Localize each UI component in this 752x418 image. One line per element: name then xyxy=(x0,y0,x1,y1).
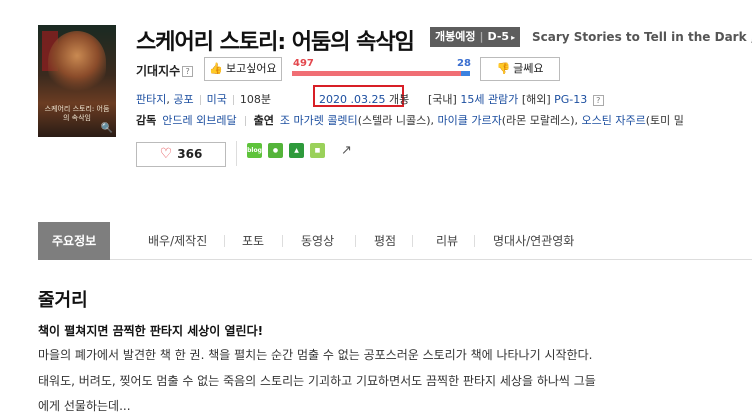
divider xyxy=(474,235,475,247)
synopsis-headline: 책이 펼쳐지면 끔찍한 판타지 세상이 열린다! xyxy=(38,324,264,338)
divider xyxy=(236,141,237,166)
tab-main-info[interactable]: 주요정보 xyxy=(38,222,111,260)
expect-gauge xyxy=(292,71,470,76)
movie-info-row: 판타지, 공포 미국 108분 xyxy=(136,93,271,106)
director-link[interactable]: 안드레 외브레달 xyxy=(162,114,236,127)
blog-icon[interactable]: blog xyxy=(247,143,262,158)
tab-rating[interactable]: 평점 xyxy=(374,222,396,260)
synopsis-line-1: 마을의 폐가에서 발견한 책 한 권. 책을 펼치는 순간 멈출 수 없는 공포… xyxy=(38,348,593,362)
cast-link-1[interactable]: 조 마가렛 콜렛티 xyxy=(280,114,358,127)
divider xyxy=(232,95,234,105)
tab-photo[interactable]: 포토 xyxy=(242,222,264,260)
tab-review[interactable]: 리뷰 xyxy=(436,222,458,260)
divider xyxy=(244,116,246,126)
bookmark-icon[interactable]: ▲ xyxy=(289,143,304,158)
credits-row: 감독 안드레 외브레달 출연 조 마가렛 콜렛티(스텔라 니콜스), 마이클 가르자(… xyxy=(136,114,684,127)
movie-title: 스케어리 스토리: 어둠의 속삭임 xyxy=(136,30,415,55)
synopsis-line-3: 에게 선물하는데... xyxy=(38,399,131,413)
movie-poster[interactable]: 스케어리 스토리: 어둠의 속삭임 🔍 xyxy=(38,25,116,137)
poster-figure xyxy=(48,31,106,93)
tab-video[interactable]: 동영상 xyxy=(301,222,334,260)
cast-link-2[interactable]: 마이클 가르자 xyxy=(437,114,501,127)
help-icon[interactable]: ? xyxy=(592,94,604,106)
want-to-see-button[interactable]: 👍 보고싶어요 xyxy=(204,57,282,81)
like-count: 497 xyxy=(293,58,314,69)
heart-count: 366 xyxy=(177,147,203,161)
badge-divider: | xyxy=(479,30,484,43)
heart-icon: ♡ xyxy=(159,146,173,162)
help-icon[interactable]: ? xyxy=(182,66,194,77)
expect-gauge-fill xyxy=(292,71,461,76)
release-date-value[interactable]: 2020 .03.25 xyxy=(319,93,385,106)
synopsis-line-2: 태워도, 버려도, 찢어도 멈출 수 없는 죽음의 스토리는 기괴하고 기묘하면… xyxy=(38,374,596,388)
release-date[interactable]: 2020 .03.25 개봉 xyxy=(319,91,409,107)
not-sure-button[interactable]: 👎 글쎄요 xyxy=(480,57,560,81)
want-to-see-label: 보고싶어요 xyxy=(226,62,277,75)
magnifier-icon[interactable]: 🔍 xyxy=(101,123,113,134)
tab-quotes-related[interactable]: 명대사/연관영화 xyxy=(493,222,574,260)
genre-link-fantasy[interactable]: 판타지 xyxy=(136,93,166,106)
badge-status: 개봉예정 xyxy=(435,30,476,43)
runtime: 108분 xyxy=(239,93,271,106)
foreign-rating-link[interactable]: PG-13 xyxy=(554,93,587,106)
country-link[interactable]: 미국 xyxy=(207,93,227,106)
cast-label: 출연 xyxy=(253,114,274,127)
release-suffix: 개봉 xyxy=(388,93,410,106)
cafe-icon[interactable]: ● xyxy=(268,143,283,158)
thumbs-down-icon: 👎 xyxy=(496,62,511,75)
divider xyxy=(412,235,413,247)
like-heart-button[interactable]: ♡ 366 xyxy=(136,142,226,167)
share-icon[interactable]: ↗ xyxy=(341,143,357,159)
tab-cast-crew[interactable]: 배우/제작진 xyxy=(148,222,207,260)
not-sure-label: 글쎄요 xyxy=(513,62,544,75)
director-label: 감독 xyxy=(136,114,157,127)
genre-link-horror[interactable]: 공포 xyxy=(173,93,193,106)
thumbs-up-icon: 👍 xyxy=(209,62,224,75)
expect-index-label: 기대지수? xyxy=(136,62,194,79)
domestic-rating-link[interactable]: 15세 관람가 xyxy=(460,93,518,106)
dislike-count: 28 xyxy=(457,58,471,69)
chevron-right-icon: ▸ xyxy=(511,33,516,42)
synopsis-title: 줄거리 xyxy=(38,290,88,311)
english-title: Scary Stories to Tell in the Dark , xyxy=(532,30,752,44)
band-icon[interactable]: ■ xyxy=(310,143,325,158)
poster-title: 스케어리 스토리: 어둠의 속삭임 xyxy=(44,105,110,122)
badge-dday: D-5 xyxy=(487,30,510,43)
divider xyxy=(199,95,201,105)
divider xyxy=(282,235,283,247)
divider xyxy=(224,235,225,247)
cast-link-3[interactable]: 오스틴 자주르 xyxy=(582,114,646,127)
release-status-badge[interactable]: 개봉예정 | D-5 ▸ xyxy=(430,27,521,47)
rating-info: [국내] 15세 관람가 [해외] PG-13 ? xyxy=(428,91,604,107)
movie-tabs: 주요정보 배우/제작진 포토 동영상 평점 리뷰 명대사/연관영화 xyxy=(38,222,752,260)
divider xyxy=(355,235,356,247)
